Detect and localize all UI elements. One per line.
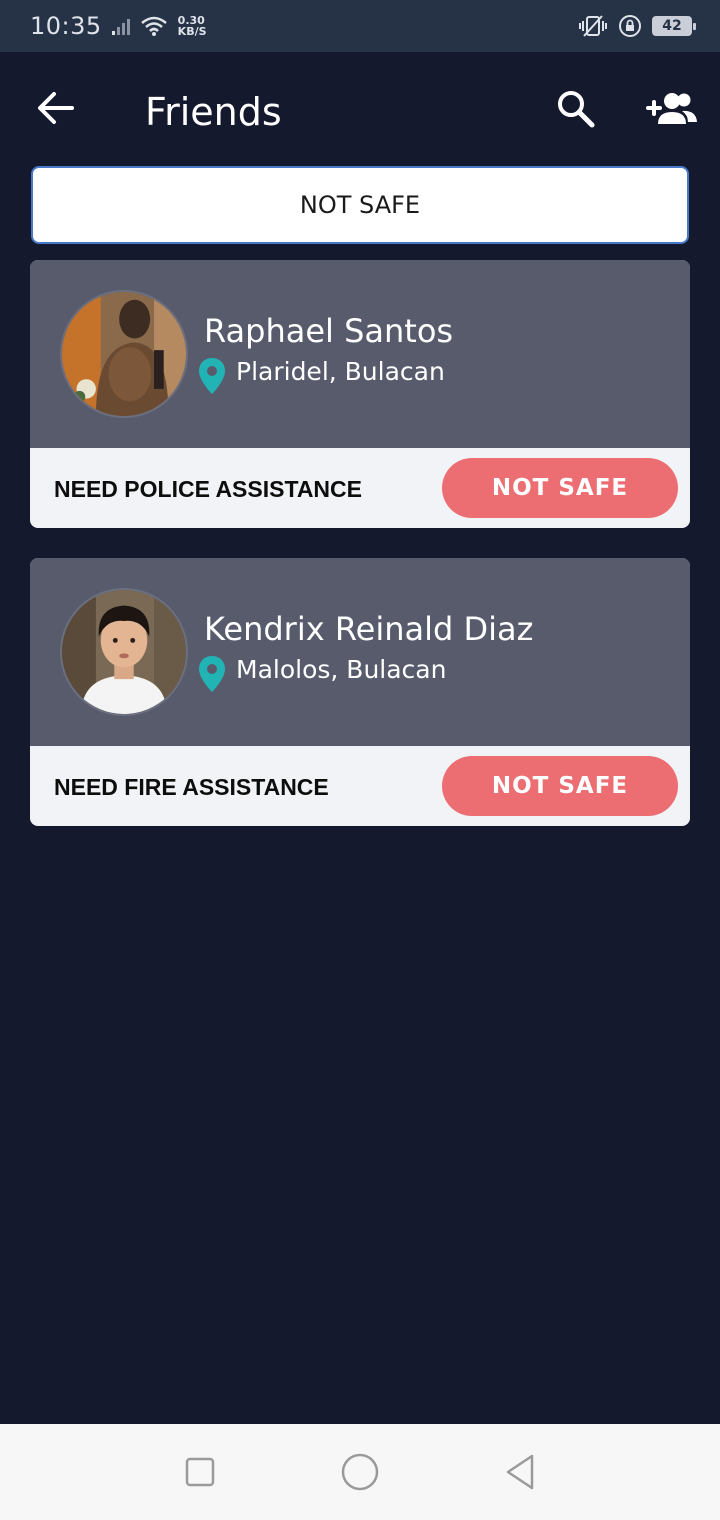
not-safe-button[interactable]: NOT SAFE <box>442 458 678 518</box>
assistance-label: NEED FIRE ASSISTANCE <box>54 774 329 800</box>
battery-icon: 42 <box>652 16 696 36</box>
avatar-photo <box>62 292 186 416</box>
friend-card-header: Kendrix Reinald Diaz Malolos, Bulacan <box>30 558 690 746</box>
not-safe-button[interactable]: NOT SAFE <box>442 756 678 816</box>
avatar[interactable] <box>60 588 188 716</box>
add-friend-icon[interactable] <box>646 88 698 128</box>
signal-icon <box>111 17 130 35</box>
page-title: Friends <box>145 90 282 134</box>
vibrate-icon <box>579 15 607 37</box>
friend-card[interactable]: Kendrix Reinald Diaz Malolos, Bulacan NE… <box>30 558 690 826</box>
home-icon[interactable] <box>340 1452 380 1492</box>
back-arrow-icon[interactable] <box>36 88 76 128</box>
status-right: 42 <box>578 14 696 38</box>
search-icon[interactable] <box>555 88 595 128</box>
friend-name: Raphael Santos <box>204 312 454 350</box>
status-filter[interactable]: NOT SAFE <box>31 166 689 244</box>
rotation-lock-icon <box>619 15 641 37</box>
friend-card[interactable]: Raphael Santos Plaridel, Bulacan NEED PO… <box>30 260 690 528</box>
location-pin-icon <box>199 358 225 394</box>
status-left: 10:35 0.30 KB/S <box>30 12 207 40</box>
friend-name: Kendrix Reinald Diaz <box>204 610 534 648</box>
assistance-label: NEED POLICE ASSISTANCE <box>54 476 362 502</box>
friend-card-footer: NEED POLICE ASSISTANCE NOT SAFE <box>30 448 690 528</box>
avatar-photo <box>62 590 186 714</box>
status-time: 10:35 <box>30 12 102 40</box>
speed-unit: KB/S <box>177 25 207 38</box>
friend-card-footer: NEED FIRE ASSISTANCE NOT SAFE <box>30 746 690 826</box>
avatar[interactable] <box>60 290 188 418</box>
friend-location: Plaridel, Bulacan <box>236 357 445 386</box>
friend-card-header: Raphael Santos Plaridel, Bulacan <box>30 260 690 448</box>
back-triangle-icon[interactable] <box>500 1452 540 1492</box>
status-bar: 10:35 0.30 KB/S 42 <box>0 0 720 52</box>
friend-location: Malolos, Bulacan <box>236 655 447 684</box>
wifi-icon <box>140 16 167 36</box>
app-bar: Friends <box>0 52 720 164</box>
system-nav-bar <box>0 1424 720 1520</box>
network-speed: 0.30 KB/S <box>178 15 207 37</box>
location-pin-icon <box>199 656 225 692</box>
status-filter-label: NOT SAFE <box>299 191 421 219</box>
recent-apps-icon[interactable] <box>180 1452 220 1492</box>
